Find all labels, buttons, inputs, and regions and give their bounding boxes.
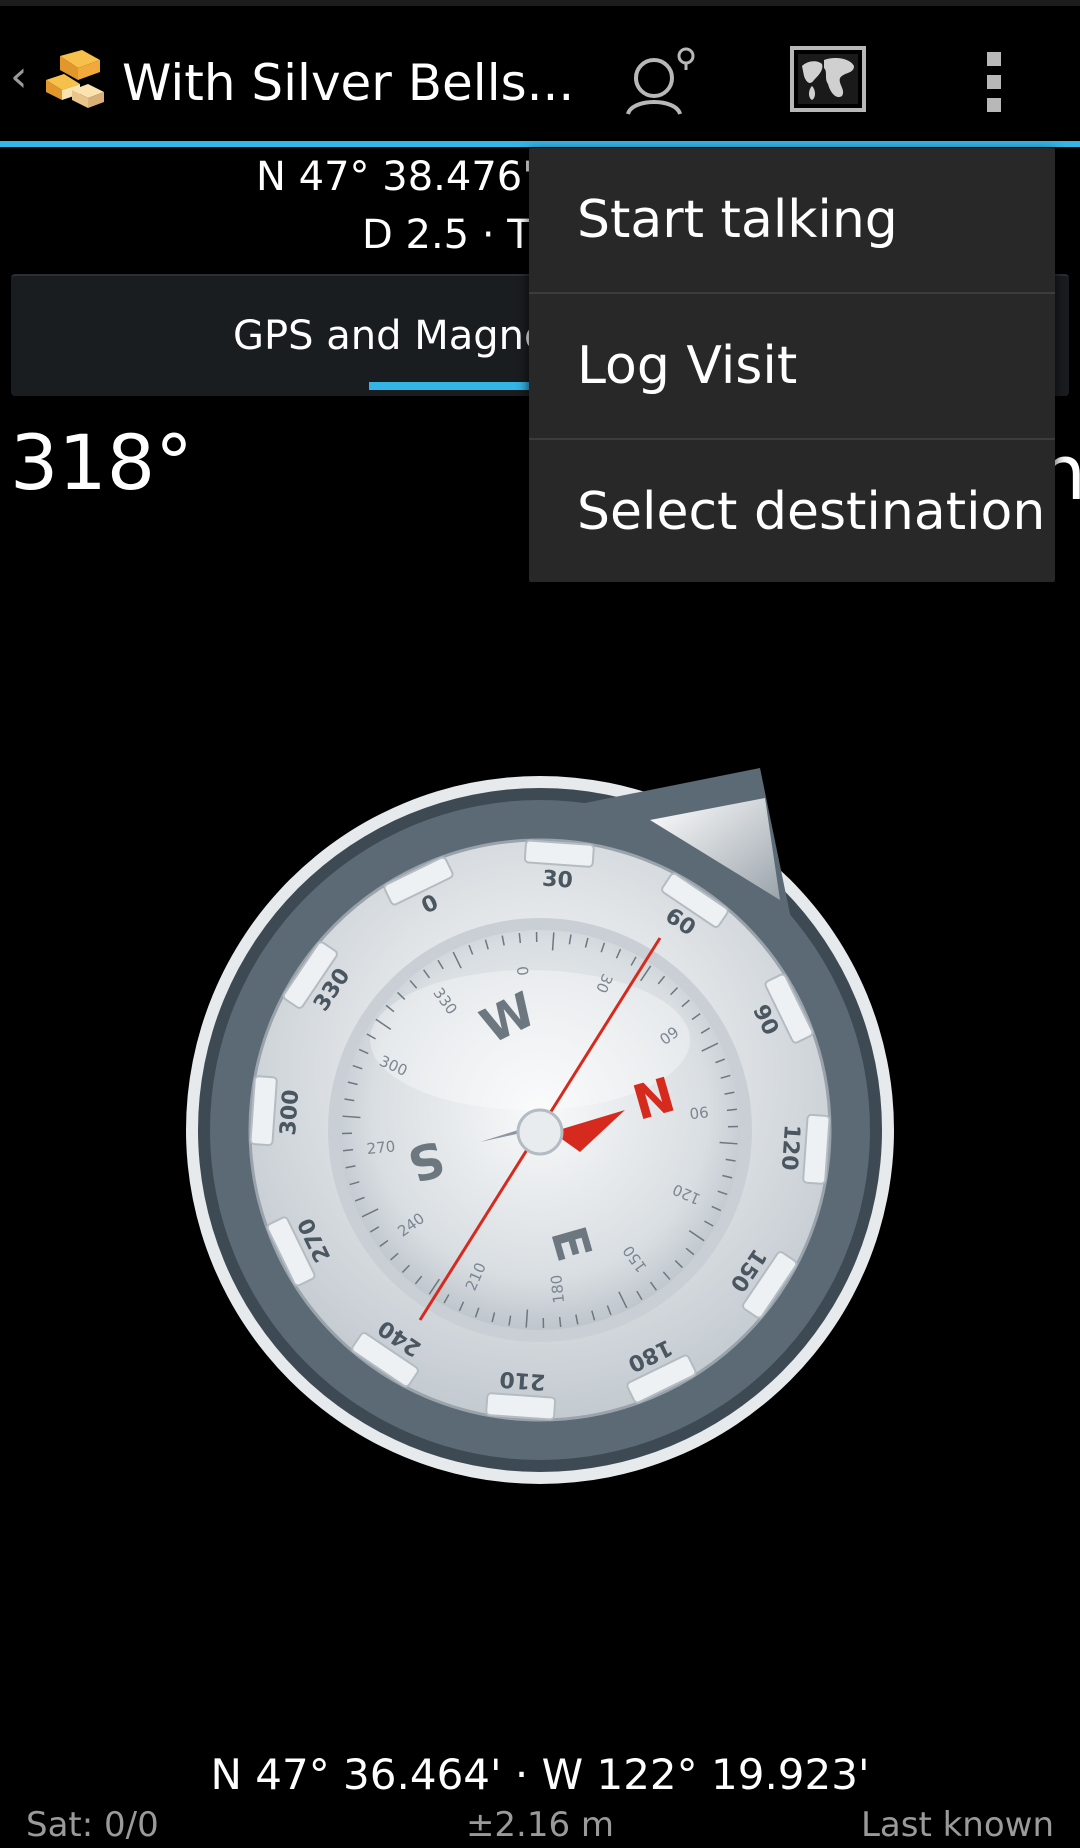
svg-text:210: 210: [499, 1366, 547, 1394]
status-footer: Sat: 0/0 ±2.16 m Last known: [0, 1802, 1080, 1848]
tab-gps-magnetic[interactable]: GPS and Magnet: [233, 310, 564, 362]
tab-indicator: [369, 382, 549, 390]
speak-icon[interactable]: [620, 42, 700, 122]
compass-graphic: 3300306090120150180210240270300 27030033…: [186, 768, 894, 1484]
heading-readout: 318°: [10, 418, 194, 507]
overflow-menu: Start talking Log Visit Select destinati…: [529, 148, 1055, 582]
menu-item-label: Log Visit: [577, 336, 798, 396]
svg-text:300: 300: [276, 1089, 304, 1137]
svg-text:30: 30: [541, 867, 573, 894]
dial-tick-label: 0: [513, 965, 532, 976]
dial-tick: [726, 1108, 737, 1112]
compass-screen: ‹ With Silver Bells... N 47° 38.476' · D…: [0, 0, 1080, 1848]
app-logo-icon[interactable]: [42, 46, 108, 112]
menu-item-start-talking[interactable]: Start talking: [529, 148, 1055, 293]
up-chevron-icon[interactable]: ‹: [10, 52, 34, 102]
svg-text:120: 120: [776, 1124, 804, 1172]
map-icon[interactable]: [788, 42, 868, 122]
menu-item-label: Start talking: [577, 190, 898, 250]
fix-status: Last known: [860, 1805, 1054, 1845]
current-coordinates: N 47° 36.464' · W 122° 19.923': [210, 1750, 870, 1799]
dial-tick: [343, 1148, 354, 1152]
menu-item-label: Select destination: [577, 482, 1046, 542]
menu-item-log-visit[interactable]: Log Visit: [529, 294, 1055, 439]
needle-pivot: [516, 1108, 564, 1156]
dial-tick: [558, 1316, 562, 1327]
action-bar: ‹ With Silver Bells...: [0, 6, 1080, 142]
app-title: With Silver Bells...: [122, 54, 575, 112]
menu-item-select-destination[interactable]: Select destination: [529, 440, 1055, 585]
dial-tick-label: 90: [689, 1102, 710, 1122]
dial-tick-label: 270: [366, 1137, 396, 1158]
overflow-menu-icon[interactable]: [955, 42, 1035, 122]
action-bar-underline: [0, 141, 1080, 147]
compass-dial: 330 0 30 60 90 120 150 180 210 240 270 300 270 300 33…: [180, 760, 900, 1500]
dial-tick-label: 180: [547, 1274, 568, 1304]
dial-tick: [518, 933, 522, 944]
